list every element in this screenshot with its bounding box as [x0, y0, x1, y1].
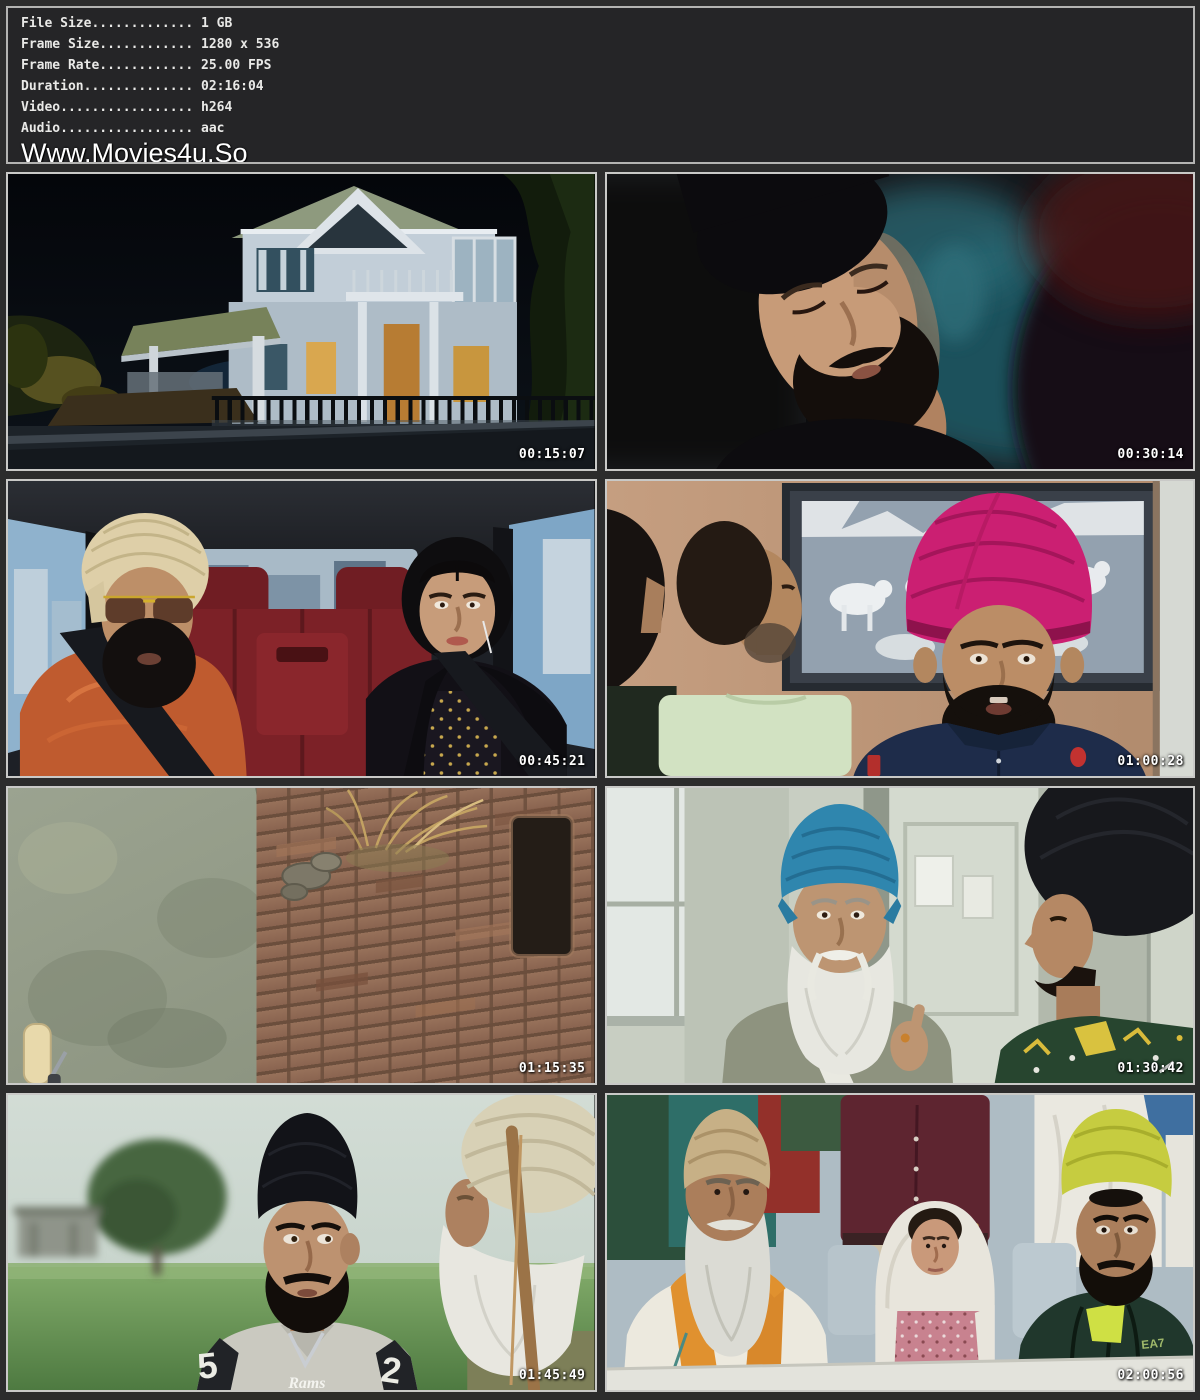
- timestamp: 00:15:07: [519, 447, 586, 462]
- scene-field: 2 5 Rams: [8, 1095, 595, 1390]
- info-value: 02:16:04: [193, 79, 263, 94]
- site-watermark: Www.Movies4u.So: [21, 140, 1183, 164]
- timestamp: 00:30:14: [1117, 447, 1184, 462]
- media-info-panel: File Size.............1 GB Frame Size...…: [6, 6, 1195, 164]
- info-line-frame-rate: Frame Rate............25.00 FPS: [21, 55, 1183, 76]
- info-line-duration: Duration..............02:16:04: [21, 76, 1183, 97]
- screenshot-cell-8: EA7 02:00:56: [605, 1093, 1196, 1392]
- info-value: aac: [193, 121, 224, 136]
- jersey-brand: Rams: [287, 1375, 325, 1390]
- screenshot-cell-6: 01:30:42: [605, 786, 1196, 1085]
- scene-blue-turban-elder: [607, 788, 1194, 1083]
- info-line-frame-size: Frame Size............1280 x 536: [21, 34, 1183, 55]
- timestamp: 01:30:42: [1117, 1061, 1184, 1076]
- info-value: 1280 x 536: [193, 37, 279, 52]
- doorway: [511, 816, 573, 956]
- timestamp: 00:45:21: [519, 754, 586, 769]
- scene-pink-turban: [607, 481, 1194, 776]
- info-label: File Size: [21, 16, 91, 31]
- info-label: Audio: [21, 121, 60, 136]
- info-line-audio: Audio.................aac: [21, 118, 1183, 139]
- screenshot-grid: 00:15:07: [6, 172, 1195, 1392]
- screenshot-cell-1: 00:15:07: [6, 172, 597, 471]
- screenshot-cell-2: 00:30:14: [605, 172, 1196, 471]
- info-value: h264: [193, 100, 232, 115]
- timestamp: 01:15:35: [519, 1061, 586, 1076]
- info-line-file-size: File Size.............1 GB: [21, 13, 1183, 34]
- timestamp: 01:45:49: [519, 1368, 586, 1383]
- dot-leader: ..............: [84, 79, 194, 94]
- dot-leader: ............: [99, 58, 193, 73]
- screenshot-cell-3: 00:45:21: [6, 479, 597, 778]
- scene-house-night: [8, 174, 595, 469]
- polo-logo: [1070, 747, 1086, 767]
- dot-leader: .............: [91, 16, 193, 31]
- scene-car-interior: [8, 481, 595, 776]
- screenshot-cell-7: 2 5 Rams: [6, 1093, 597, 1392]
- info-value: 1 GB: [193, 16, 232, 31]
- info-label: Duration: [21, 79, 84, 94]
- scene-brick-wall: [8, 788, 595, 1083]
- scene-stands: EA7: [607, 1095, 1194, 1390]
- hoodie-logo: EA7: [1140, 1336, 1165, 1352]
- dot-leader: ............: [99, 37, 193, 52]
- scene-face-closeup: [607, 174, 1194, 469]
- timestamp: 02:00:56: [1117, 1368, 1184, 1383]
- screenshot-cell-4: 01:00:28: [605, 479, 1196, 778]
- info-label: Video: [21, 100, 60, 115]
- dot-leader: .................: [60, 100, 193, 115]
- screenshot-preview-page: File Size.............1 GB Frame Size...…: [0, 0, 1200, 1400]
- screenshot-cell-5: 01:15:35: [6, 786, 597, 1085]
- info-label: Frame Rate: [21, 58, 99, 73]
- info-line-video: Video.................h264: [21, 97, 1183, 118]
- dot-leader: .................: [60, 121, 193, 136]
- info-label: Frame Size: [21, 37, 99, 52]
- timestamp: 01:00:28: [1117, 754, 1184, 769]
- info-value: 25.00 FPS: [193, 58, 271, 73]
- jersey-number-left: 5: [196, 1345, 220, 1387]
